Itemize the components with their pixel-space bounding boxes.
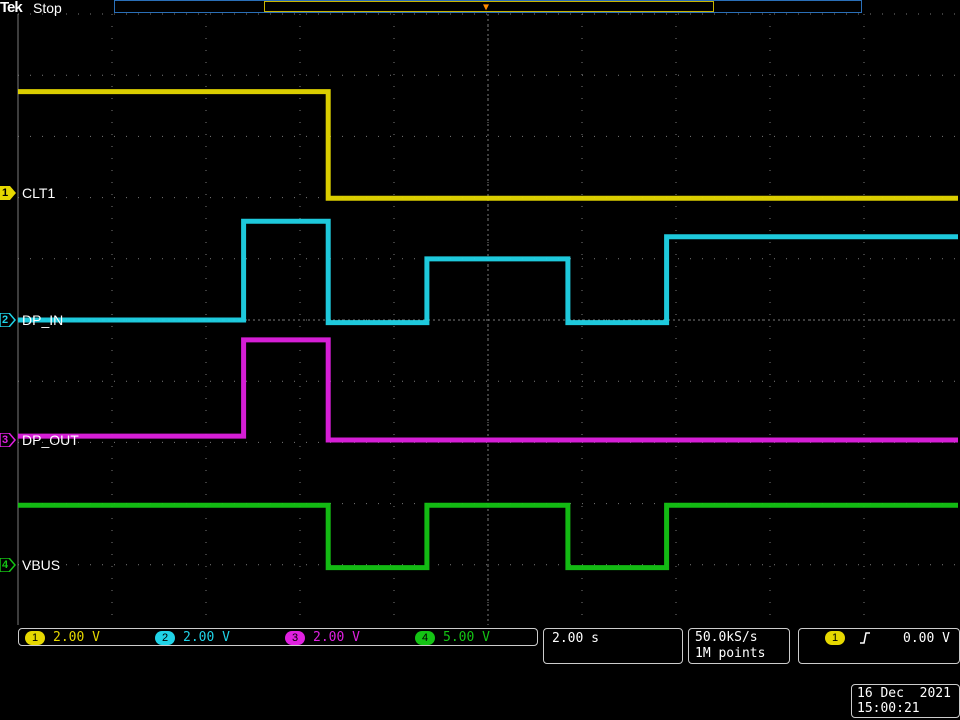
trigger-source-badge: 1 [825,631,845,645]
horizontal-scale-box[interactable]: 2.00 s [543,628,683,664]
ch4-ground-marker[interactable]: 4 [0,558,16,572]
ch4-marker-number: 4 [2,559,9,571]
ch1-marker-number: 1 [2,187,9,199]
ch3-ground-marker[interactable]: 3 [0,433,16,447]
trigger-box[interactable]: 1 0.00 V [798,628,960,664]
time-readout: 15:00:21 [857,701,920,716]
ch4-label: VBUS [22,557,61,573]
ch2-badge: 2 [155,631,175,645]
ch1-ground-marker[interactable]: 1 [0,186,16,200]
waveform-graticule [17,13,958,625]
sample-rate: 50.0kS/s [695,630,758,645]
trace-dp-in [18,218,958,326]
rising-edge-icon [860,632,870,644]
record-length: 1M points [695,646,766,661]
ch4-badge: 4 [415,631,435,645]
ch1-label: CLT1 [22,185,56,201]
trigger-level: 0.00 V [903,631,950,646]
ch4-scale-value: 5.00 V [443,630,490,645]
ch3-badge: 3 [285,631,305,645]
ch3-marker-number: 3 [2,434,9,446]
datetime-box: 16 Dec 2021 15:00:21 [851,684,960,718]
ch1-scale-value: 2.00 V [53,630,100,645]
acquisition-box[interactable]: 50.0kS/s 1M points [688,628,790,664]
ch2-label: DP_IN [22,312,64,328]
ch2-ground-marker[interactable]: 2 [0,313,16,327]
ch2-marker-number: 2 [2,314,9,326]
timebase-value: 2.00 s [552,631,599,646]
ch1-badge: 1 [25,631,45,645]
vertical-scale-box[interactable]: 1 2.00 V 2 2.00 V 3 2.00 V 4 5.00 V [18,628,538,646]
date-readout: 16 Dec 2021 [857,686,951,701]
ch2-scale-value: 2.00 V [183,630,230,645]
ch3-label: DP_OUT [22,432,79,448]
ch3-scale-value: 2.00 V [313,630,360,645]
